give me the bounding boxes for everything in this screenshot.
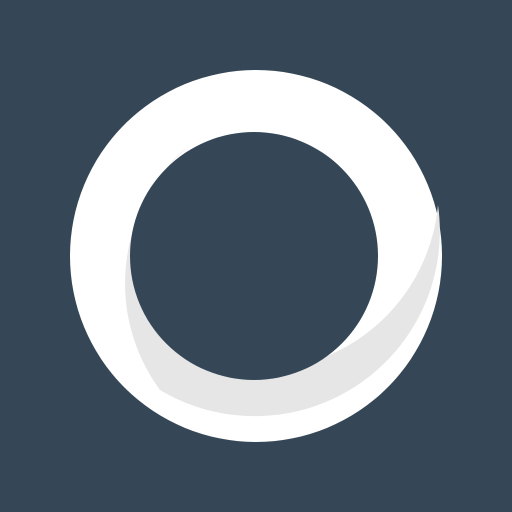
ring-logo-icon: [0, 0, 512, 512]
app-icon-canvas: [0, 0, 512, 512]
ring-hole: [130, 132, 378, 380]
